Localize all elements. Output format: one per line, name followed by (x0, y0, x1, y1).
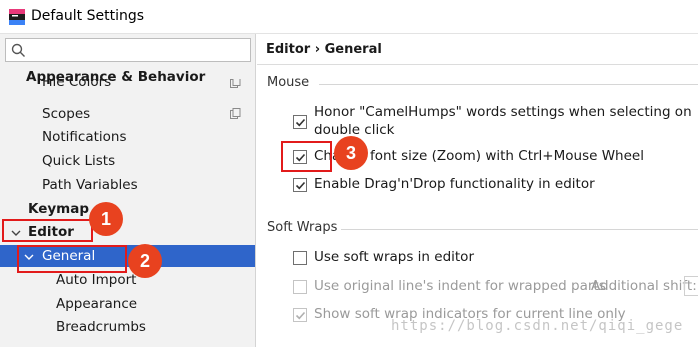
annotation-box-general (17, 245, 127, 273)
section-divider (341, 229, 698, 230)
section-title-mouse: Mouse (267, 75, 310, 90)
sidebar-item-quick-lists[interactable]: Quick Lists (0, 150, 255, 172)
additional-shift-input[interactable] (684, 276, 698, 296)
checkbox-camelhumps[interactable] (293, 115, 307, 129)
section-divider (319, 84, 698, 85)
option-soft-wraps-label: Use soft wraps in editor (314, 249, 474, 265)
annotation-badge-3: 3 (334, 136, 368, 170)
sidebar-item-label: Breadcrumbs (56, 319, 146, 335)
option-drag-drop-label: Enable Drag'n'Drop functionality in edit… (314, 176, 595, 192)
sidebar-item-label: Path Variables (42, 177, 138, 193)
sidebar-item-notifications[interactable]: Notifications (0, 126, 255, 148)
title-bar: Default Settings (0, 0, 698, 34)
sidebar-item-keymap[interactable]: Keymap (0, 198, 255, 220)
copy-icon (230, 108, 241, 119)
annotation-badge-2: 2 (128, 244, 162, 278)
copy-icon (230, 79, 241, 88)
checkmark-icon (295, 118, 306, 127)
sidebar-item-label: Notifications (42, 129, 127, 145)
checkbox-wrap-indicators[interactable] (293, 308, 307, 322)
checkmark-icon (295, 181, 306, 190)
settings-tree-pane: Appearance & Behavior File Colors Scopes… (0, 34, 256, 347)
settings-content-pane: Editor › General Mouse Honor "CamelHumps… (257, 34, 698, 347)
sidebar-item-label: Appearance (56, 296, 138, 312)
checkmark-icon (295, 311, 306, 320)
section-title-soft-wraps: Soft Wraps (267, 220, 338, 235)
sidebar-item-label: Scopes (42, 106, 91, 122)
checkbox-drag-drop[interactable] (293, 178, 307, 192)
sidebar-item-label: File Colors (42, 79, 112, 90)
annotation-badge-1: 1 (89, 202, 123, 236)
sidebar-item-label: Keymap (28, 201, 90, 217)
option-camelhumps-label-1: Honor "CamelHumps" words settings when s… (314, 104, 692, 120)
sidebar-item-path-variables[interactable]: Path Variables (0, 174, 255, 196)
sidebar-item-scopes[interactable]: Scopes (0, 103, 255, 125)
sidebar-item-file-colors[interactable]: File Colors (0, 79, 255, 93)
breadcrumb: Editor › General (266, 42, 382, 57)
sidebar-item-breadcrumbs[interactable]: Breadcrumbs (0, 316, 255, 338)
annotation-box-editor (2, 219, 93, 242)
annotation-box-zoom-checkbox (281, 141, 332, 172)
sidebar-item-label: Quick Lists (42, 153, 116, 169)
search-icon (11, 43, 25, 57)
checkbox-original-indent[interactable] (293, 280, 307, 294)
option-original-indent-label: Use original line's indent for wrapped p… (314, 278, 606, 294)
checkbox-soft-wraps[interactable] (293, 251, 307, 265)
watermark-text: https://blog.csdn.net/qiqi_gege (391, 318, 684, 334)
search-input[interactable] (30, 41, 245, 59)
search-box[interactable] (5, 38, 251, 62)
intellij-app-icon (9, 9, 25, 25)
window-title: Default Settings (31, 8, 145, 24)
breadcrumb-bar: Editor › General (257, 34, 698, 65)
additional-shift-label: Additional shift: (591, 278, 697, 294)
sidebar-item-appearance[interactable]: Appearance (0, 293, 255, 315)
